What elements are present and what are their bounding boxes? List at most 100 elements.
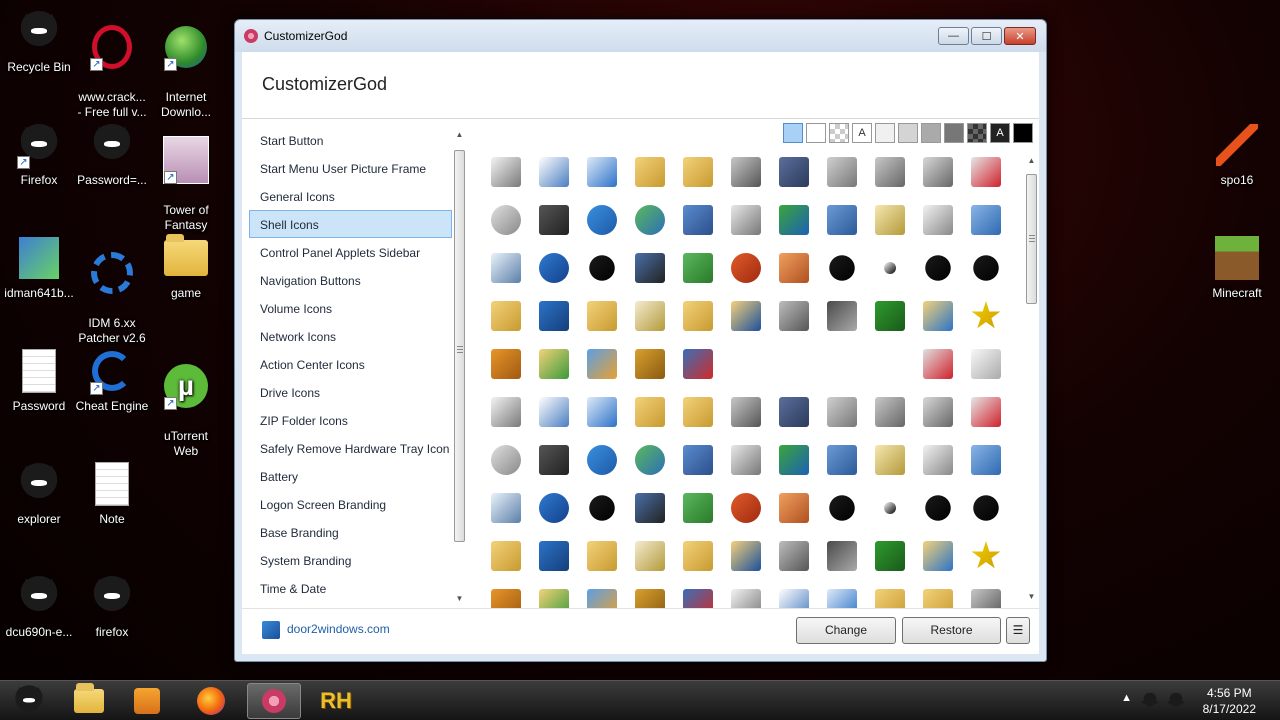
text-file-icon[interactable] [778,588,810,608]
network-icon[interactable] [922,156,954,188]
folder-icon[interactable] [682,396,714,428]
taskbar-resource-hacker[interactable]: RH [309,683,363,719]
minimize-button[interactable]: — [938,27,969,45]
category-item[interactable]: Navigation Buttons [249,266,452,294]
lock-icon[interactable] [634,588,666,608]
control-panel-icon[interactable] [874,204,906,236]
cheat-engine-desktop-icon[interactable]: ↗ Cheat Engine [73,347,151,414]
tower-of-fantasy-desktop-icon[interactable]: ↗ Tower of Fantasy [147,121,225,248]
printer-icon[interactable] [730,444,762,476]
taskbar-media-player[interactable] [120,683,174,719]
server-icon[interactable] [778,300,810,332]
folder-printer-icon[interactable] [682,300,714,332]
globe-icon[interactable] [634,444,666,476]
settings-page-icon[interactable] [634,540,666,572]
hard-drive-icon[interactable] [826,396,858,428]
category-item[interactable]: General Icons [249,182,452,210]
category-item[interactable]: Base Branding [249,518,452,546]
star-icon[interactable] [970,540,1002,572]
swatch-dark-gray[interactable] [944,123,964,143]
password-shortcut-desktop-icon[interactable]: Password=... [73,121,151,188]
folder-arrow-icon[interactable] [538,348,570,380]
category-item[interactable]: System Branding [249,546,452,574]
shutdown-icon[interactable] [730,492,762,524]
crack-link-desktop-icon[interactable]: ↗ www.crack... - Free full v... [73,8,151,135]
chip-icon[interactable] [538,204,570,236]
document-icon[interactable] [490,396,522,428]
hand-icon[interactable] [778,252,810,284]
scroll-down-arrow-icon[interactable]: ▼ [1025,590,1038,604]
tray-devil-icon[interactable] [1142,692,1158,708]
swatch-black[interactable] [1013,123,1033,143]
scroll-thumb[interactable] [1026,174,1037,304]
recycle-bin-desktop-icon[interactable]: Recycle Bin [0,8,78,75]
firefox2-desktop-icon[interactable]: firefox [73,573,151,640]
media-icon[interactable] [826,300,858,332]
dcu690n-desktop-icon[interactable]: dcu690n-e... [0,573,78,640]
category-item[interactable]: Safely Remove Hardware Tray Icon [249,434,452,462]
folder-icon[interactable] [874,588,906,608]
cd-drive-icon[interactable] [490,444,522,476]
recycle-icon[interactable] [634,252,666,284]
tree-icon[interactable] [874,300,906,332]
disconnected-drive-icon[interactable] [970,156,1002,188]
computer-icon[interactable] [682,204,714,236]
network-globe-icon[interactable] [778,444,810,476]
network-drive-icon[interactable] [730,396,762,428]
devil-icon[interactable] [970,492,1002,524]
swatch-mid-gray[interactable] [921,123,941,143]
category-item[interactable]: Drive Icons [249,378,452,406]
window-icon[interactable] [826,588,858,608]
hard-drive-icon[interactable] [826,156,858,188]
taskbar-file-explorer[interactable] [62,683,116,719]
text-file-icon[interactable] [538,156,570,188]
category-item[interactable]: Start Menu User Picture Frame [249,154,452,182]
computer-icon[interactable] [682,444,714,476]
category-item[interactable]: Time & Date [249,574,452,602]
display-icon[interactable] [970,444,1002,476]
category-item[interactable]: ZIP Folder Icons [249,406,452,434]
hard-drive-icon[interactable] [874,396,906,428]
category-item[interactable]: Volume Icons [249,294,452,322]
scroll-up-arrow-icon[interactable]: ▲ [453,128,466,142]
folder-monitor-icon[interactable] [922,300,954,332]
idm-patcher-desktop-icon[interactable]: IDM 6.xx Patcher v2.6 [73,234,151,361]
help-icon[interactable] [538,252,570,284]
tray-expand-icon[interactable]: ▲ [1121,692,1132,708]
firefox-desktop-icon[interactable]: ↗ Firefox [0,121,78,188]
swatch-light-gray[interactable] [875,123,895,143]
internet-icon[interactable] [586,204,618,236]
folder-tools-icon[interactable] [586,300,618,332]
taskbar-firefox[interactable] [184,683,238,719]
devil-icon[interactable] [922,252,954,284]
help-icon[interactable] [538,492,570,524]
folder-icon[interactable] [634,156,666,188]
icon-grid-scrollbar[interactable]: ▲ ▼ [1025,154,1038,604]
help-printer-icon[interactable] [922,348,954,380]
swatch-blue[interactable] [783,123,803,143]
settings-page-icon[interactable] [634,300,666,332]
app-window-icon[interactable] [682,348,714,380]
control-panel-icon[interactable] [874,444,906,476]
star-icon[interactable] [970,300,1002,332]
spo16-desktop-icon[interactable]: spo16 [1198,121,1276,188]
category-item[interactable]: Start Button [249,126,452,154]
blank-page-icon[interactable] [970,348,1002,380]
windows-flag-icon[interactable] [586,588,618,608]
window-icon[interactable] [586,156,618,188]
swatch-text-light[interactable]: A [852,123,872,143]
network-group-icon[interactable] [826,204,858,236]
network-globe-icon[interactable] [778,204,810,236]
scroll-thumb[interactable] [454,150,465,542]
font-folder-icon[interactable] [730,540,762,572]
back-arrow-icon[interactable] [682,492,714,524]
devil-icon[interactable] [586,252,618,284]
note-desktop-icon[interactable]: Note [73,460,151,527]
network-group-icon[interactable] [826,444,858,476]
close-button[interactable]: ✕ [1004,27,1036,45]
devil-icon[interactable] [826,492,858,524]
category-item[interactable]: Action Center Icons [249,350,452,378]
swatch-gray[interactable] [898,123,918,143]
category-item[interactable]: Logon Screen Branding [249,490,452,518]
devil-icon[interactable] [586,492,618,524]
